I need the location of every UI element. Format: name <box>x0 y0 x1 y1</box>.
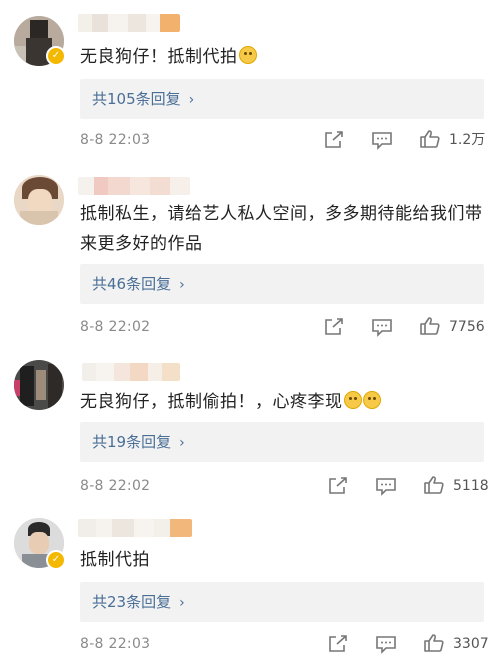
comment-item-4: ✓ 抵制代拍 共23条回复 › 8-8 22:03 3307 <box>0 507 499 654</box>
reply-count-label: 共46条回复 <box>92 275 172 293</box>
view-replies-link[interactable]: 共46条回复 › <box>92 264 185 305</box>
reply-box: 共23条回复 › <box>80 582 484 622</box>
comment-icon <box>376 636 396 654</box>
comment-body: 抵制私生，请给艺人私人空间，多多期待能给我们带来更多好的作品 <box>80 204 483 254</box>
thumbs-up-icon <box>420 317 440 335</box>
share-icon <box>329 477 347 494</box>
username-blurred[interactable] <box>82 363 180 381</box>
share-icon <box>329 635 347 652</box>
comment-button[interactable] <box>371 130 393 150</box>
thumbs-up-icon <box>420 130 440 148</box>
view-replies-link[interactable]: 共19条回复 › <box>92 422 185 463</box>
verified-badge-icon: ✓ <box>46 46 66 66</box>
comment-item-3: 无良狗仔，抵制偷拍！，心疼李现 共19条回复 › 8-8 22:02 5118 <box>0 347 499 507</box>
emoji-icon <box>362 391 381 409</box>
username-blurred[interactable] <box>78 14 180 32</box>
comment-button[interactable] <box>371 317 393 337</box>
comment-time: 8-8 22:02 <box>80 319 151 335</box>
thumbs-up-icon <box>424 634 444 652</box>
comment-text: 无良狗仔，抵制偷拍！，心疼李现 <box>80 387 485 417</box>
like-button[interactable] <box>419 129 441 149</box>
avatar[interactable] <box>14 360 64 410</box>
verified-badge-icon: ✓ <box>46 550 66 570</box>
username-blurred[interactable] <box>78 519 192 537</box>
share-button[interactable] <box>327 476 349 496</box>
comment-time: 8-8 22:02 <box>80 478 151 494</box>
emoji-icon <box>238 46 257 64</box>
like-count: 5118 <box>453 478 489 494</box>
comment-text: 抵制代拍 <box>80 545 485 575</box>
like-button[interactable] <box>423 633 445 653</box>
like-button[interactable] <box>423 475 445 495</box>
comment-item-2: 抵制私生，请给艺人私人空间，多多期待能给我们带来更多好的作品 共46条回复 › 8… <box>0 165 499 347</box>
reply-box: 共19条回复 › <box>80 422 484 462</box>
share-button[interactable] <box>327 634 349 654</box>
comment-item-1: ✓ 无良狗仔！抵制代拍 共105条回复 › 8-8 22:03 1.2万 <box>0 0 499 165</box>
share-icon <box>325 131 343 148</box>
comment-text: 抵制私生，请给艺人私人空间，多多期待能给我们带来更多好的作品 <box>80 199 485 259</box>
chevron-right-icon: › <box>179 595 185 611</box>
comment-icon <box>376 478 396 496</box>
share-button[interactable] <box>323 317 345 337</box>
thumbs-up-icon <box>424 476 444 494</box>
comment-icon <box>372 132 392 150</box>
comment-icon <box>372 319 392 337</box>
reply-box: 共46条回复 › <box>80 264 484 304</box>
like-count: 1.2万 <box>449 132 486 148</box>
chevron-right-icon: › <box>179 277 185 293</box>
comment-text: 无良狗仔！抵制代拍 <box>80 42 485 72</box>
reply-box: 共105条回复 › <box>80 79 484 119</box>
comment-body: 抵制代拍 <box>80 550 150 570</box>
share-button[interactable] <box>323 130 345 150</box>
comment-button[interactable] <box>375 634 397 654</box>
reply-count-label: 共19条回复 <box>92 433 172 451</box>
like-count: 7756 <box>449 319 485 335</box>
share-icon <box>325 318 343 335</box>
reply-count-label: 共23条回复 <box>92 593 172 611</box>
comment-body: 无良狗仔，抵制偷拍！，心疼李现 <box>80 392 343 412</box>
comment-time: 8-8 22:03 <box>80 132 151 148</box>
chevron-right-icon: › <box>179 435 185 451</box>
view-replies-link[interactable]: 共23条回复 › <box>92 582 185 623</box>
comment-time: 8-8 22:03 <box>80 636 151 652</box>
view-replies-link[interactable]: 共105条回复 › <box>92 79 194 120</box>
like-button[interactable] <box>419 316 441 336</box>
reply-count-label: 共105条回复 <box>92 90 181 108</box>
username-blurred[interactable] <box>78 177 190 195</box>
comment-button[interactable] <box>375 476 397 496</box>
chevron-right-icon: › <box>188 92 195 108</box>
comment-body: 无良狗仔！抵制代拍 <box>80 47 238 67</box>
emoji-icon <box>343 391 362 409</box>
like-count: 3307 <box>453 636 489 652</box>
avatar[interactable] <box>14 175 64 225</box>
